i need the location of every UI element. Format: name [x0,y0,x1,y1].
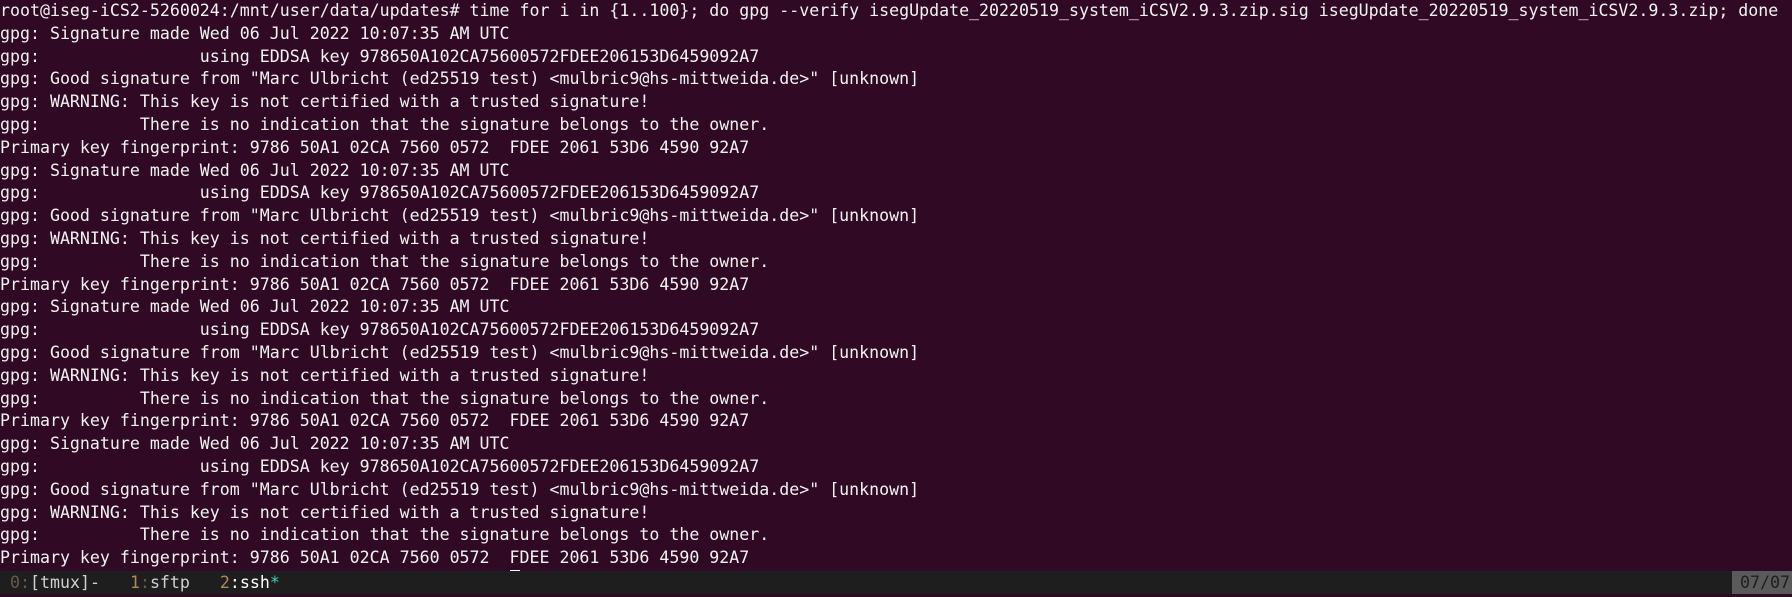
terminal-line: gpg: There is no indication that the sig… [0,251,770,271]
tmux-status-bar: 0:[tmux]- 1:sftp 2:ssh* 07/07 [0,571,1792,594]
window-flag: * [269,573,280,592]
terminal-line: gpg: using EDDSA key 978650A102CA7560057… [0,320,760,340]
window-separator: : [139,573,150,592]
terminal-line: gpg: WARNING: This key is not certified … [0,228,650,248]
terminal-line: Primary key fingerprint: 9786 50A1 02CA … [0,411,750,431]
terminal-line: gpg: WARNING: This key is not certified … [0,502,650,522]
terminal-line: gpg: There is no indication that the sig… [0,525,770,545]
terminal-line: gpg: Good signature from "Marc Ulbricht … [0,479,920,499]
terminal-line: gpg: using EDDSA key 978650A102CA7560057… [0,456,760,476]
terminal-line: gpg: using EDDSA key 978650A102CA7560057… [0,46,760,66]
tmux-window-2-active[interactable]: 2:ssh* [220,571,280,594]
window-index: 2 [219,573,230,592]
terminal-line: gpg: Good signature from "Marc Ulbricht … [0,206,920,226]
window-index: 1 [129,573,140,592]
terminal-line: gpg: Good signature from "Marc Ulbricht … [0,342,920,362]
terminal-line: gpg: Signature made Wed 06 Jul 2022 10:0… [0,434,510,454]
terminal-line: Primary key fingerprint: 9786 50A1 02CA … [0,548,750,568]
window-separator: : [229,573,240,592]
window-index: 0 [10,573,20,592]
terminal-line: Primary key fingerprint: 9786 50A1 02CA … [0,274,750,294]
window-name: sftp [149,573,190,592]
terminal-line: gpg: WARNING: This key is not certified … [0,365,650,385]
terminal-line: root@iseg-iCS2-5260024:/mnt/user/data/up… [0,1,1779,20]
tmux-window-0[interactable]: 0:[tmux]- [10,571,100,594]
window-separator: : [20,573,30,592]
terminal-line: gpg: Signature made Wed 06 Jul 2022 10:0… [0,160,510,180]
window-flag: - [89,573,100,592]
tmux-window-1[interactable]: 1:sftp [130,571,190,594]
terminal-line: gpg: There is no indication that the sig… [0,114,770,134]
terminal-line: gpg: Good signature from "Marc Ulbricht … [0,69,920,89]
pane-position: 07/07 [1732,571,1792,594]
terminal-line: gpg: There is no indication that the sig… [0,388,770,408]
terminal-line: gpg: WARNING: This key is not certified … [0,92,650,112]
window-name: ssh [239,573,270,592]
terminal-line: gpg: using EDDSA key 978650A102CA7560057… [0,183,760,203]
terminal-line: gpg: Signature made Wed 06 Jul 2022 10:0… [0,23,510,43]
window-name: [tmux] [30,573,90,592]
terminal-output[interactable]: root@iseg-iCS2-5260024:/mnt/user/data/up… [0,0,1792,591]
terminal-line: Primary key fingerprint: 9786 50A1 02CA … [0,137,750,157]
terminal-line: gpg: Signature made Wed 06 Jul 2022 10:0… [0,297,510,317]
